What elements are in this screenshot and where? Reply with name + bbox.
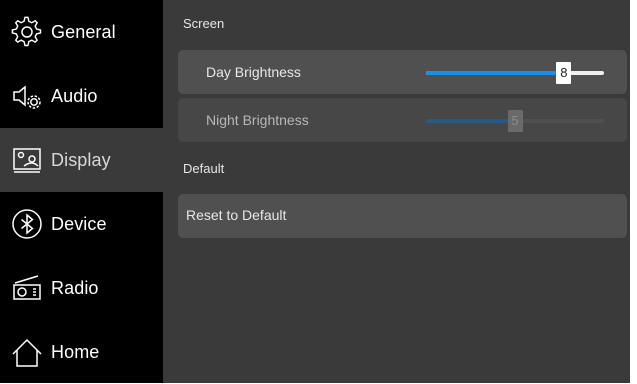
sidebar-item-general[interactable]: General	[0, 0, 163, 64]
slider-fill	[426, 71, 564, 75]
night-brightness-label: Night Brightness	[206, 112, 309, 128]
sidebar-item-home[interactable]: Home	[0, 320, 163, 384]
sidebar-item-label: Device	[51, 213, 107, 234]
display-settings-panel: Screen Day Brightness 8 Night Brightness…	[163, 0, 630, 383]
gear-icon	[10, 15, 44, 49]
sidebar-item-label: General	[51, 21, 116, 42]
default-section-title: Default	[183, 161, 225, 176]
slider-thumb[interactable]: 5	[507, 110, 523, 132]
sidebar-item-label: Display	[51, 149, 111, 170]
sidebar: General Audio Display Device Radio Home	[0, 0, 163, 383]
screen-section-title: Screen	[183, 16, 225, 31]
day-brightness-row: Day Brightness 8	[178, 50, 627, 94]
sidebar-item-label: Home	[51, 341, 100, 362]
sidebar-item-label: Radio	[51, 277, 99, 298]
reset-to-default-button[interactable]: Reset to Default	[178, 194, 627, 238]
night-brightness-row: Night Brightness 5	[178, 98, 627, 142]
display-icon	[10, 143, 44, 177]
sidebar-item-label: Audio	[51, 85, 98, 106]
slider-fill	[426, 119, 515, 123]
day-brightness-label: Day Brightness	[206, 64, 301, 80]
settings-window: General Audio Display Device Radio Home …	[0, 0, 630, 383]
bluetooth-icon	[10, 207, 44, 241]
sidebar-item-audio[interactable]: Audio	[0, 64, 163, 128]
radio-icon	[10, 271, 44, 305]
home-icon	[10, 335, 44, 369]
slider-thumb[interactable]: 8	[556, 62, 572, 84]
sidebar-item-radio[interactable]: Radio	[0, 256, 163, 320]
night-brightness-slider[interactable]: 5	[426, 110, 604, 132]
day-brightness-slider[interactable]: 8	[426, 62, 604, 84]
sidebar-item-device[interactable]: Device	[0, 192, 163, 256]
speaker-gear-icon	[10, 79, 44, 113]
sidebar-item-display[interactable]: Display	[0, 128, 163, 192]
reset-to-default-label: Reset to Default	[186, 207, 287, 223]
